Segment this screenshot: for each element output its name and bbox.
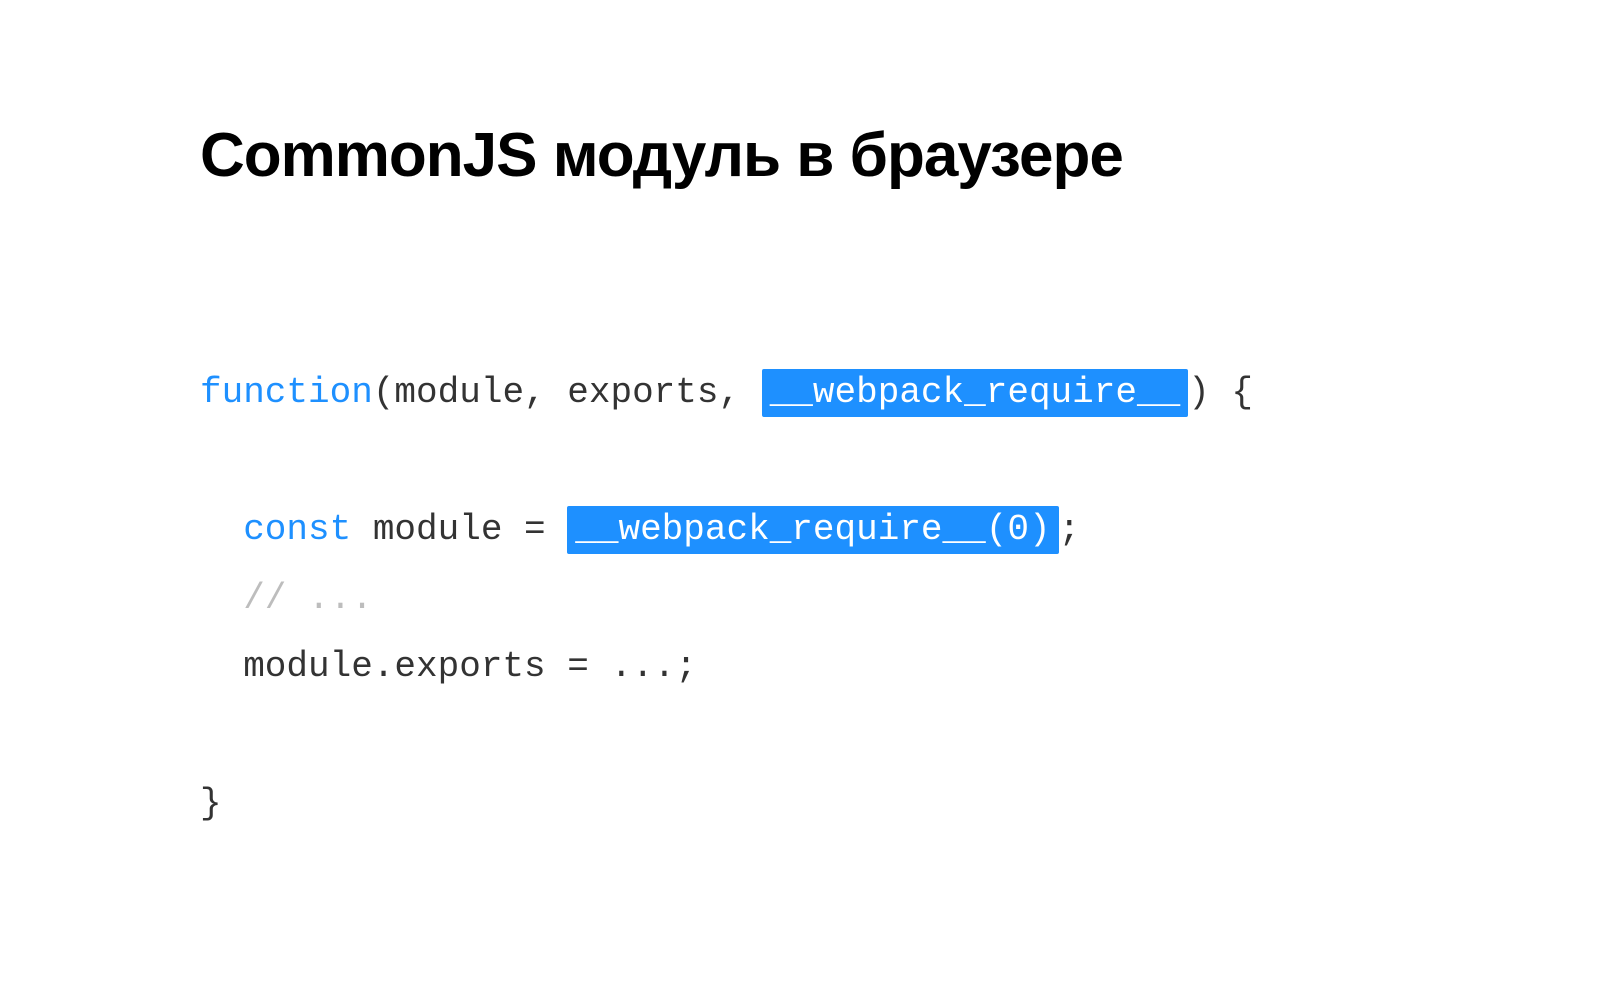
code-block: function(module, exports, __webpack_requ… xyxy=(200,291,1400,907)
code-line-1: function(module, exports, __webpack_requ… xyxy=(200,369,1253,417)
keyword-const: const xyxy=(243,509,351,550)
code-text: } xyxy=(200,783,222,824)
code-line-2: const module = __webpack_require__(0); xyxy=(200,509,1080,550)
slide: CommonJS модуль в браузере function(modu… xyxy=(0,0,1600,1000)
code-line-4: module.exports = ...; xyxy=(200,646,697,687)
code-comment: // ... xyxy=(243,578,373,619)
highlight-webpack-require-call: __webpack_require__(0) xyxy=(567,506,1058,554)
code-text: ; xyxy=(1059,509,1081,550)
code-line-3: // ... xyxy=(200,578,373,619)
code-text: module.exports = ...; xyxy=(243,646,697,687)
code-line-5: } xyxy=(200,783,222,824)
keyword-function: function xyxy=(200,372,373,413)
code-text: ) { xyxy=(1188,372,1253,413)
code-text: module = xyxy=(351,509,567,550)
code-text: (module, exports, xyxy=(373,372,762,413)
slide-title: CommonJS модуль в браузере xyxy=(200,120,1400,191)
highlight-webpack-require-param: __webpack_require__ xyxy=(762,369,1188,417)
